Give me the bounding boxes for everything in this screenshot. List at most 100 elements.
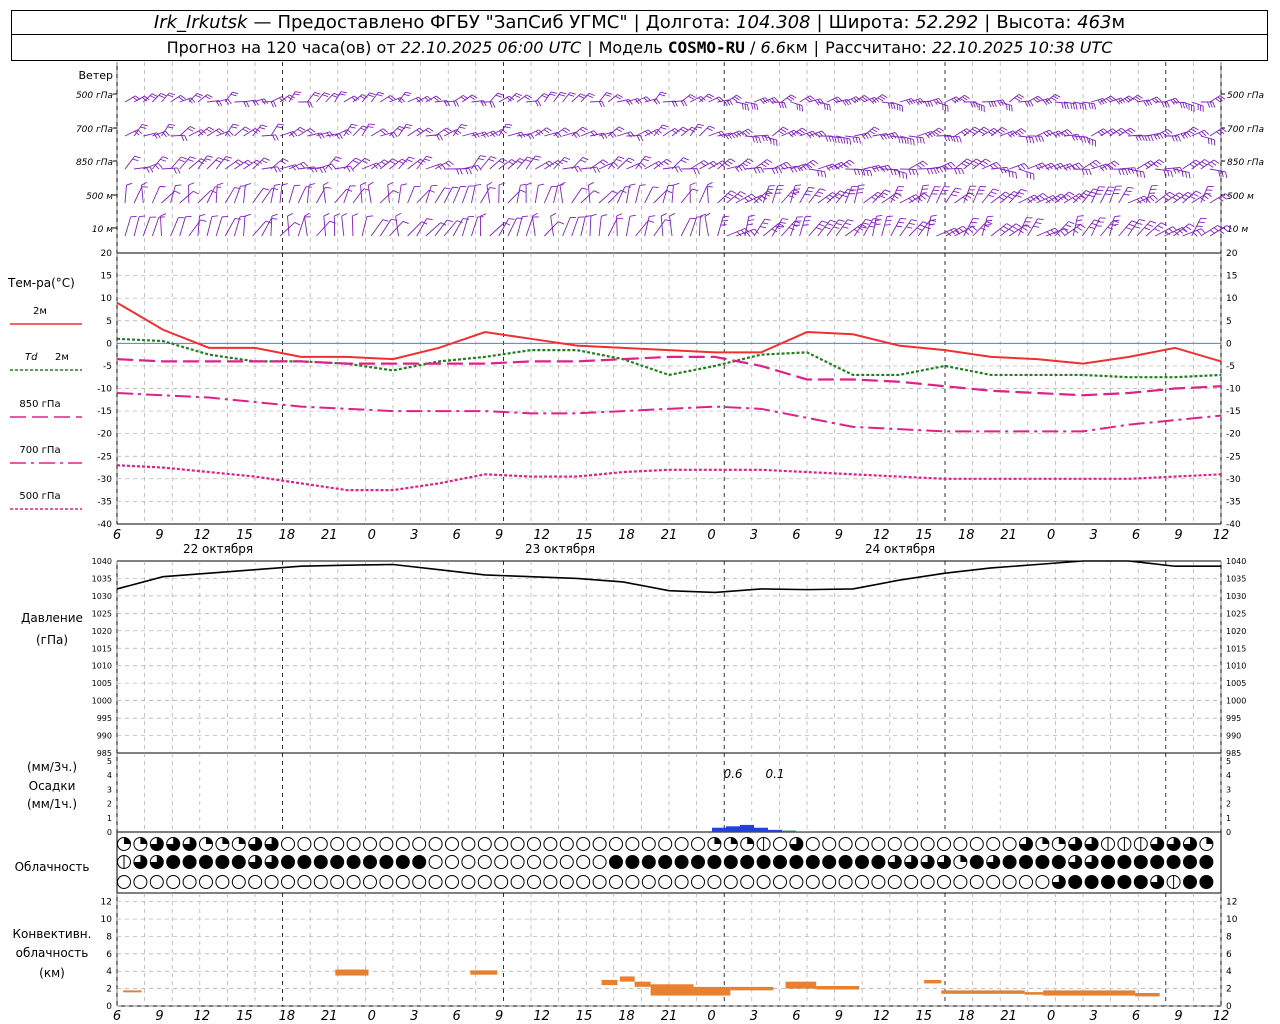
wind-barb xyxy=(206,186,216,204)
wind-barb xyxy=(680,94,691,103)
cloud-symbol xyxy=(691,855,705,869)
wind-barb-flag xyxy=(898,171,901,178)
temp-tick-label: -5 xyxy=(103,362,112,372)
wind-barb xyxy=(799,216,806,237)
wind-barb xyxy=(660,216,664,237)
wind-barb xyxy=(680,126,693,137)
wind-barb xyxy=(1127,195,1145,204)
wind-barb xyxy=(571,187,583,204)
wind-barb-flag xyxy=(335,156,342,160)
wind-barb-flag xyxy=(731,97,738,102)
wind-barb-flag xyxy=(890,103,893,110)
wind-barb-flag xyxy=(525,159,531,162)
wind-barb-flag xyxy=(1155,161,1162,166)
wind-barb-flag xyxy=(988,101,992,108)
wind-barb-flag xyxy=(617,217,624,220)
wind-barb-flag xyxy=(295,91,302,94)
wind-barb-flag xyxy=(795,184,802,187)
cloud-symbol xyxy=(904,837,919,851)
wind-barb-flag xyxy=(132,158,139,162)
wind-barb-flag xyxy=(1207,138,1210,145)
cloud-symbol xyxy=(494,875,509,889)
wind-barb xyxy=(662,185,669,204)
wind-barb xyxy=(452,186,461,204)
wind-barb-flag xyxy=(922,160,928,166)
wind-barb-flag xyxy=(1179,102,1183,109)
cloud-symbol-mark xyxy=(222,837,229,844)
wind-barb-flag xyxy=(968,225,975,228)
wind-barb-flag xyxy=(1015,172,1018,179)
wind-barb-flag xyxy=(690,217,697,220)
wind-barb xyxy=(480,156,492,170)
wind-barb-flag xyxy=(538,183,545,186)
wind-barb xyxy=(535,160,550,170)
wind-barb xyxy=(799,159,814,170)
wind-barb-flag xyxy=(1198,163,1205,168)
wind-barb xyxy=(817,192,833,204)
wind-barb-flag xyxy=(689,182,696,186)
wind-barb-flag xyxy=(1128,223,1135,227)
pressure-tick-label-right: 1025 xyxy=(1226,609,1246,618)
hour-tick-label-bottom: 12 xyxy=(194,1009,211,1024)
cloud-symbol xyxy=(740,875,755,889)
cloud-symbol xyxy=(822,837,837,851)
wind-barb xyxy=(425,134,440,137)
wind-barb-flag xyxy=(787,195,794,199)
cloud-symbol xyxy=(379,875,394,889)
wind-barb-flag xyxy=(543,129,550,134)
wind-barb-flag xyxy=(790,94,797,99)
wind-barb-flag xyxy=(824,171,827,178)
wind-barb xyxy=(279,94,290,103)
temp-tick-label: 20 xyxy=(101,249,113,259)
cloud-symbol xyxy=(281,837,295,851)
wind-barb-flag xyxy=(341,212,348,217)
wind-barb-flag xyxy=(601,214,608,217)
wind-barb-flag xyxy=(1028,137,1032,144)
cloud-symbol xyxy=(937,837,951,851)
wind-barb-flag xyxy=(1075,163,1081,169)
wind-barb-flag xyxy=(160,158,167,162)
pressure-ylabel: Давление xyxy=(21,611,83,625)
temp-tick-label-right: 20 xyxy=(1226,249,1238,259)
hour-tick-label-bottom: 6 xyxy=(1132,1009,1140,1024)
wind-barb-flag xyxy=(933,168,937,175)
wind-barb-flag xyxy=(826,104,829,111)
wind-barb-flag xyxy=(955,187,962,190)
wind-barb xyxy=(808,168,825,172)
wind-barb-flag xyxy=(1061,102,1064,109)
cloud-symbol xyxy=(707,875,722,889)
convective-tick-label-right: 6 xyxy=(1226,950,1232,960)
cloud-symbol xyxy=(887,837,902,851)
wind-barb-flag xyxy=(1169,191,1175,196)
wind-barb-flag xyxy=(208,126,215,131)
temp-tick-label-right: -35 xyxy=(1226,497,1241,507)
wind-barb-flag xyxy=(242,128,249,133)
wind-barb-flag xyxy=(837,137,840,144)
wind-barb-flag xyxy=(804,193,811,196)
wind-barb-flag xyxy=(823,103,826,110)
wind-barb-flag xyxy=(426,218,433,220)
cloud-symbol xyxy=(543,875,558,889)
wind-barb-flag xyxy=(1111,162,1117,167)
wind-barb xyxy=(379,190,394,204)
precip-tick-label-right: 4 xyxy=(1226,771,1231,780)
wind-barb-flag xyxy=(693,168,697,175)
wind-barb-flag xyxy=(843,163,849,168)
wind-barb xyxy=(562,217,571,237)
wind-barb-flag xyxy=(568,94,575,97)
wind-barb-flag xyxy=(1207,101,1211,108)
cloud-symbol xyxy=(609,855,623,869)
wind-barb-flag xyxy=(227,98,232,105)
wind-barb-flag xyxy=(838,219,845,222)
wind-barb-flag xyxy=(580,93,587,97)
wind-barb-flag xyxy=(724,162,730,167)
pressure-tick-label-right: 1040 xyxy=(1226,557,1246,566)
wind-barb xyxy=(516,156,528,170)
wind-barb-flag xyxy=(680,159,687,163)
wind-barb-flag xyxy=(873,126,880,131)
wind-barb-flag xyxy=(532,212,538,217)
wind-barb-flag xyxy=(763,161,770,166)
wind-barb-flag xyxy=(225,155,232,159)
wind-barb xyxy=(1200,135,1215,141)
cloud-symbol xyxy=(313,855,328,869)
